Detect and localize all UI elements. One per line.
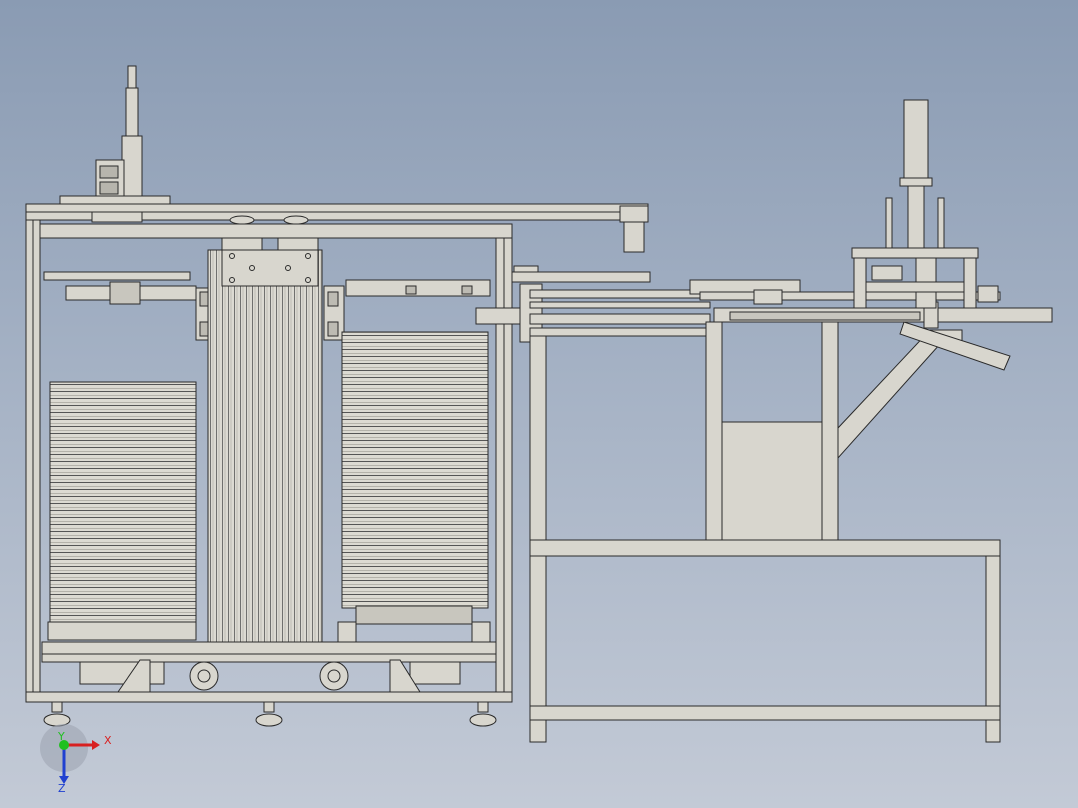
machine-drawing: X Y Z bbox=[25, 65, 1053, 795]
press-head-plate bbox=[851, 247, 979, 259]
motor-right bbox=[409, 661, 461, 685]
left-module bbox=[25, 65, 649, 727]
guide-rod-2 bbox=[529, 301, 711, 309]
press-cylinder bbox=[903, 99, 929, 179]
table-bottom-beam bbox=[529, 705, 1001, 721]
beam-end-bracket bbox=[623, 221, 645, 253]
right-module bbox=[475, 99, 1053, 743]
lower-cross-beam bbox=[41, 641, 497, 655]
sprocket-left bbox=[229, 215, 255, 225]
transfer-rail-upper bbox=[511, 271, 651, 283]
table-leg-left bbox=[529, 335, 547, 743]
central-lift-column bbox=[207, 249, 323, 643]
leveling-foot-3 bbox=[469, 713, 497, 727]
cad-viewport[interactable]: X Y Z bbox=[0, 0, 1078, 808]
bottom-frame bbox=[25, 691, 513, 703]
x-axis-label: X bbox=[104, 734, 112, 747]
guide-rod-3 bbox=[529, 313, 711, 325]
table-mid-beam bbox=[529, 539, 1001, 557]
right-pallet-stack bbox=[341, 331, 489, 609]
guide-rod-1 bbox=[529, 289, 711, 299]
upper-frame-beam bbox=[39, 223, 513, 239]
sprocket-right bbox=[283, 215, 309, 225]
y-axis-label: Y bbox=[57, 730, 65, 743]
coordinate-triad: X Y Z bbox=[40, 724, 112, 795]
lift-carriage-plate bbox=[221, 249, 319, 287]
left-pusher-arm bbox=[43, 271, 191, 281]
top-beam bbox=[25, 203, 649, 213]
table-inner-post-2 bbox=[821, 321, 839, 543]
table-inner-post-1 bbox=[705, 321, 723, 543]
horizontal-cylinder bbox=[729, 311, 921, 321]
motor-left bbox=[79, 661, 165, 685]
top-cylinder-rod bbox=[127, 65, 137, 91]
long-guide-rod bbox=[699, 291, 1001, 301]
leveling-foot-2 bbox=[255, 713, 283, 727]
control-box bbox=[721, 421, 823, 541]
left-pallet-stack bbox=[49, 381, 197, 627]
guide-rod-4 bbox=[529, 327, 711, 337]
z-axis-label: Z bbox=[58, 782, 66, 795]
